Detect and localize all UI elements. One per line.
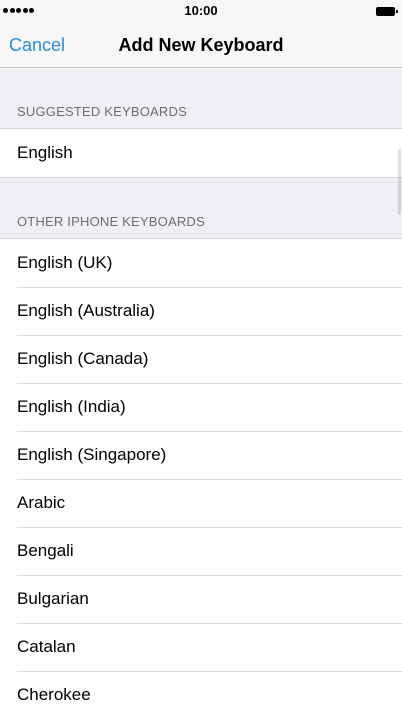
list-item-bulgarian[interactable]: Bulgarian [0, 575, 402, 623]
page-title: Add New Keyboard [118, 35, 284, 55]
list-item-catalan[interactable]: Catalan [0, 623, 402, 671]
battery-icon [376, 7, 398, 16]
list-item-label: English [17, 143, 73, 162]
list-item-label: Bengali [17, 541, 74, 560]
list-item-bengali[interactable]: Bengali [0, 527, 402, 575]
list-item-english-india[interactable]: English (India) [0, 383, 402, 431]
list-item-label: English (Australia) [17, 301, 155, 320]
list-item-label: Arabic [17, 493, 66, 512]
list-item-english-singapore[interactable]: English (Singapore) [0, 431, 402, 479]
section-header-other: OTHER IPHONE KEYBOARDS [17, 214, 205, 229]
list-item-english-australia[interactable]: English (Australia) [0, 287, 402, 335]
list-item-english-uk[interactable]: English (UK) [0, 239, 402, 287]
list-item-label: English (Singapore) [17, 445, 167, 464]
list-item-label: English (Canada) [17, 349, 149, 368]
suggested-keyboards-list: English [0, 128, 402, 178]
navigation-bar: Cancel Add New Keyboard [0, 22, 402, 68]
status-bar: 10:00 [0, 0, 402, 22]
list-item-english-canada[interactable]: English (Canada) [0, 335, 402, 383]
list-item-english[interactable]: English [0, 129, 402, 177]
section-header-suggested: SUGGESTED KEYBOARDS [17, 104, 187, 119]
list-item-label: English (UK) [17, 253, 113, 272]
list-item-label: Cherokee [17, 685, 91, 704]
scroll-indicator[interactable] [398, 149, 401, 215]
other-keyboards-list: English (UK) English (Australia) English… [0, 238, 402, 715]
list-item-label: English (India) [17, 397, 126, 416]
list-item-arabic[interactable]: Arabic [0, 479, 402, 527]
status-time: 10:00 [184, 3, 218, 18]
list-item-cherokee[interactable]: Cherokee [0, 671, 402, 715]
keyboard-list[interactable]: SUGGESTED KEYBOARDS English OTHER IPHONE… [0, 68, 402, 715]
list-item-label: Catalan [17, 637, 76, 656]
list-item-label: Bulgarian [17, 589, 89, 608]
